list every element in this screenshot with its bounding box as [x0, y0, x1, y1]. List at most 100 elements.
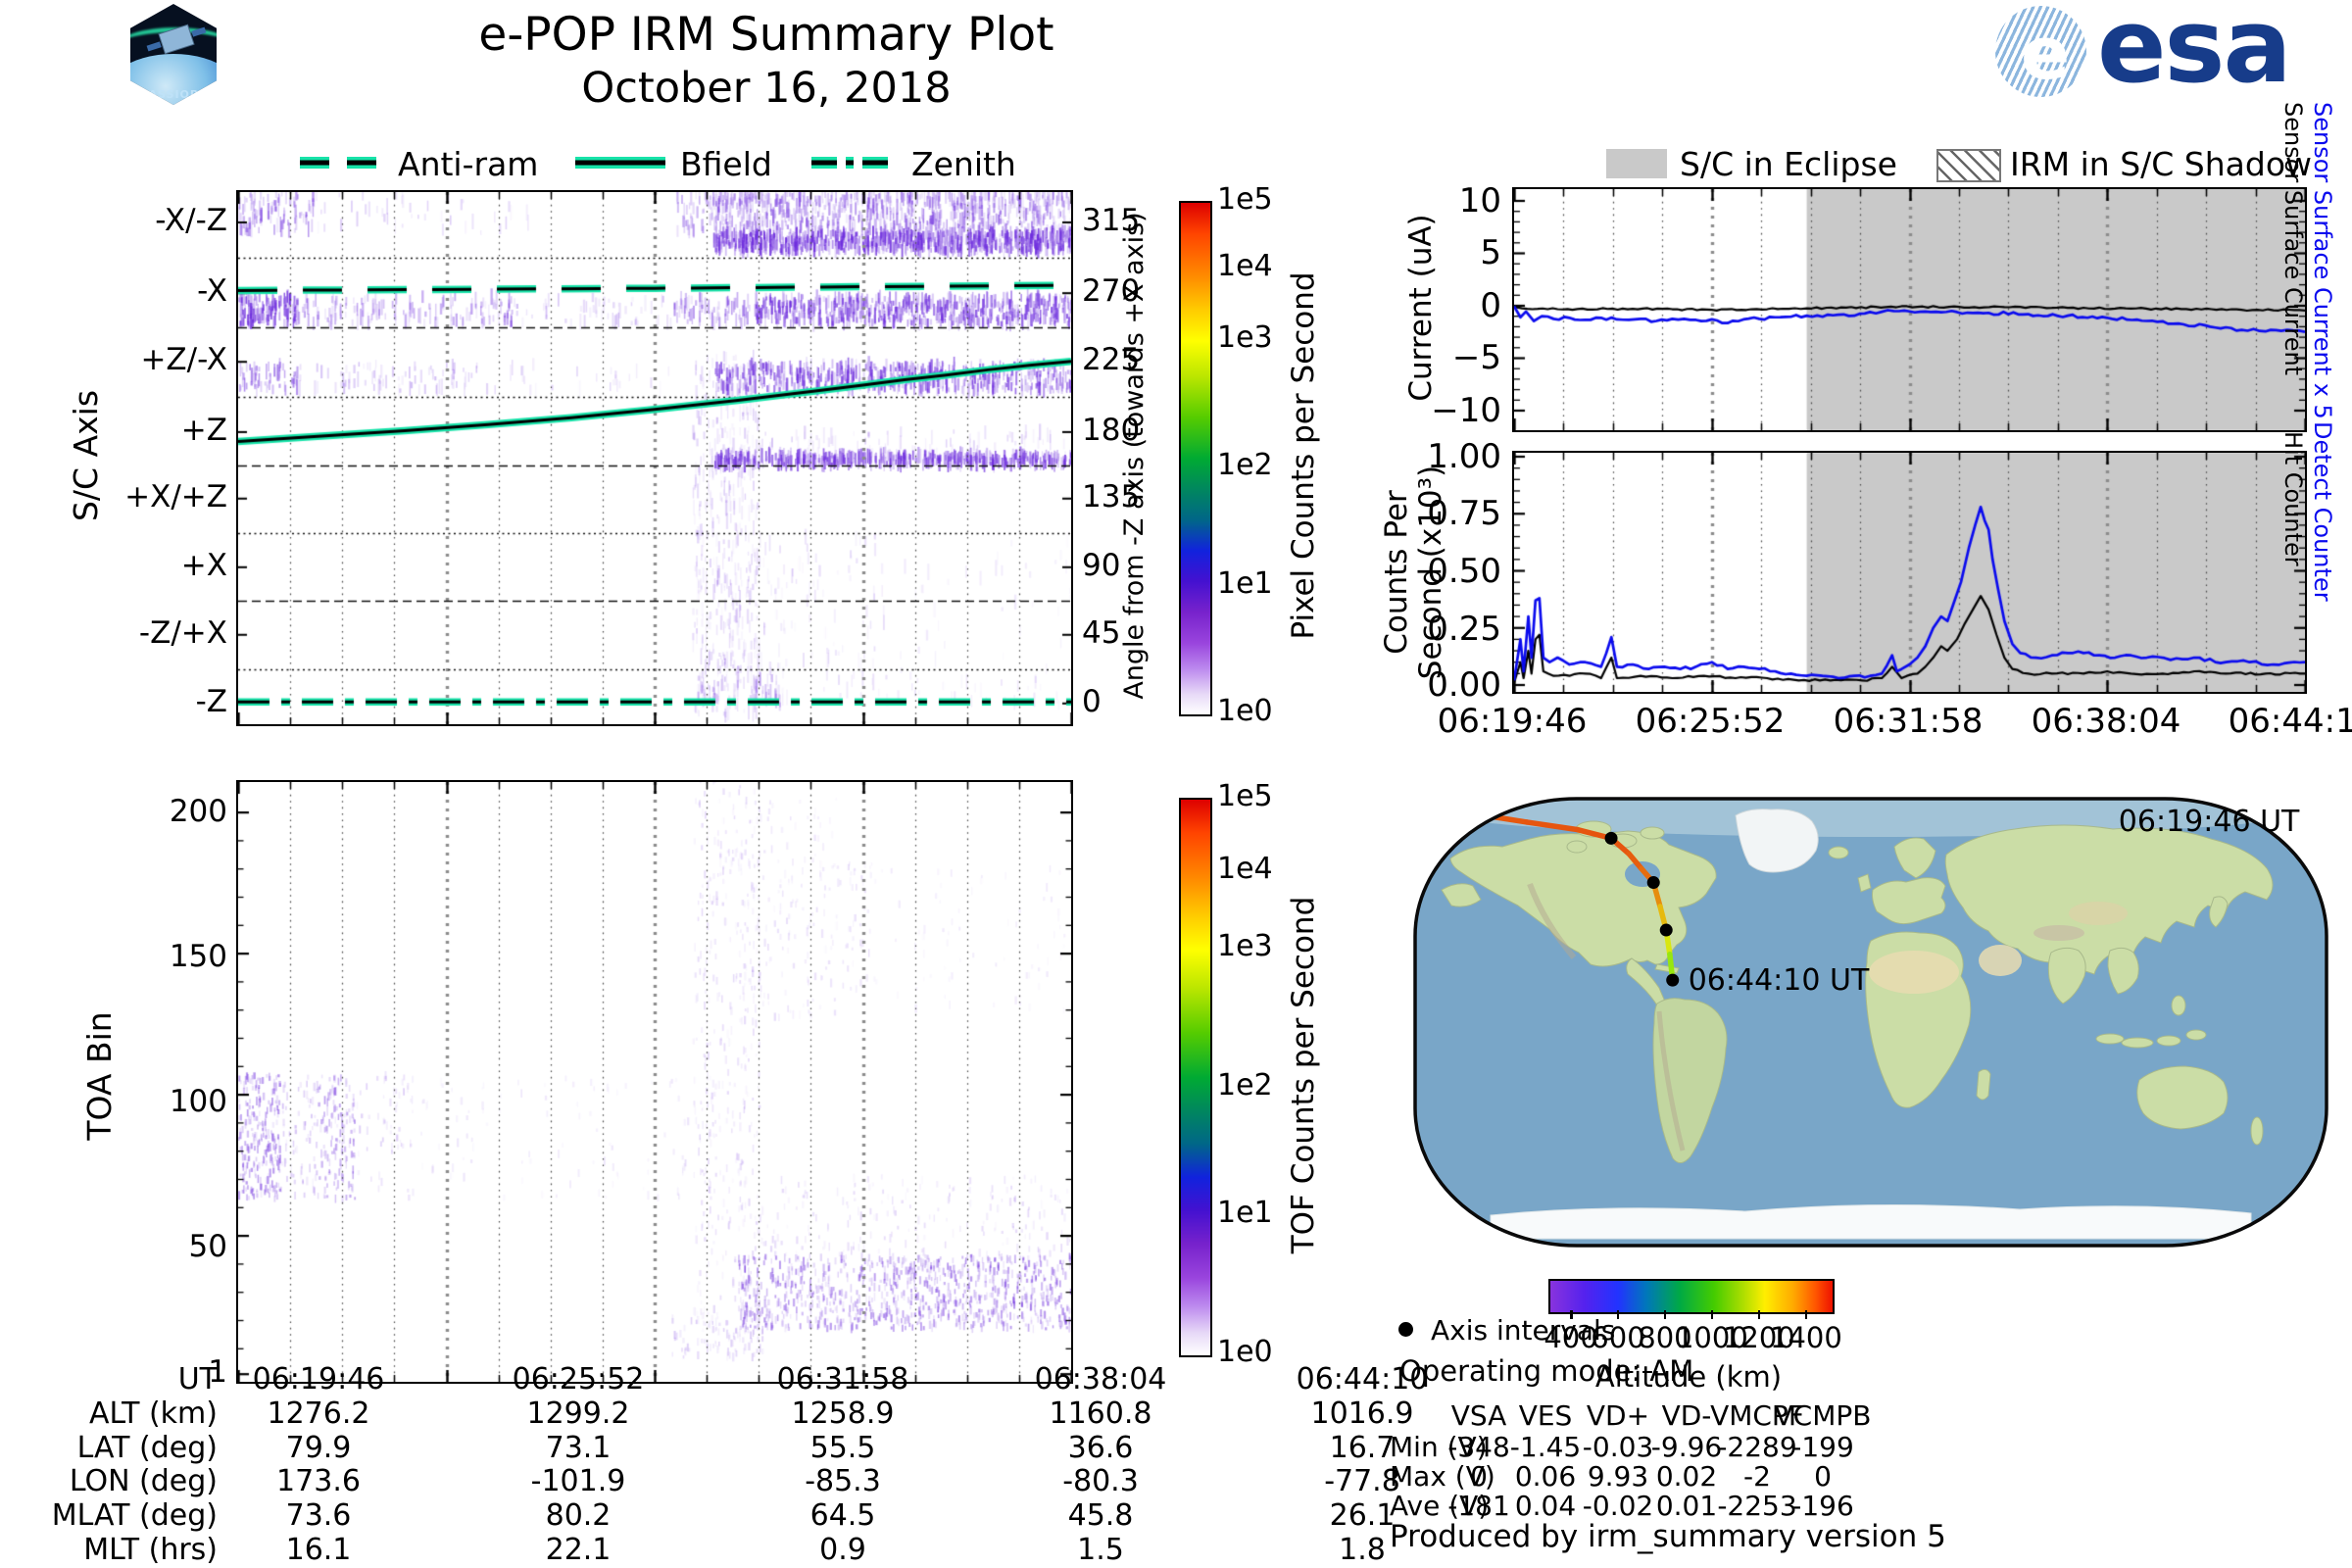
pixel-counts-tick: 1e1 — [1217, 565, 1273, 601]
pixel-counts-tick: 1e2 — [1217, 448, 1273, 483]
ephemeris-row-label: MLAT (deg) — [51, 1498, 218, 1534]
ephemeris-cell: 1160.8 — [1049, 1396, 1152, 1431]
shadow-legend-swatch — [1936, 149, 2001, 182]
altitude-colorbar — [1548, 1279, 1835, 1314]
toa-spectrogram-panel — [236, 780, 1073, 1384]
zenith-legend-label: Zenith — [911, 145, 1016, 183]
voltage-cell: 0.02 — [1655, 1460, 1718, 1493]
voltage-header: VD+ — [1586, 1399, 1650, 1432]
hit-counter-label: Hit Counter — [2279, 431, 2307, 566]
voltage-cell: -9.96 — [1650, 1431, 1723, 1463]
voltage-cell: -0.03 — [1582, 1431, 1654, 1463]
ephemeris-cell: 26.1 — [1329, 1498, 1396, 1534]
altitude-tick-mark — [1616, 1310, 1620, 1319]
ground-track-map: 06:19:46 UT 06:44:10 UT — [1413, 797, 2328, 1248]
sc-axis-row-label: +X/+Z — [124, 479, 227, 514]
esa-wordmark: esa — [2097, 0, 2292, 106]
angle-axis-label: Angle from -Z axis (towards +X axis) — [1119, 212, 1150, 700]
voltage-cell: -2289 — [1717, 1431, 1797, 1463]
pixel-counts-tick: 1e3 — [1217, 319, 1273, 355]
footer-produced-by: Produced by irm_summary version 5 — [1390, 1519, 1946, 1554]
altitude-tick-mark — [1663, 1310, 1667, 1319]
sc-axis-spectrogram-canvas — [238, 192, 1071, 724]
pixel-counts-tick: 1e4 — [1217, 248, 1273, 283]
earth-limb — [130, 54, 217, 105]
pixel-counts-colorbar — [1179, 201, 1212, 716]
esa-globe-e: e — [2021, 12, 2071, 96]
bfield-legend-line — [575, 157, 665, 169]
counters-panel — [1512, 451, 2307, 694]
ephemeris-cell: 16.7 — [1329, 1430, 1396, 1465]
angle-tick-label: 0 — [1082, 684, 1102, 719]
time-axis-label: 06:38:04 — [2031, 702, 2181, 741]
time-axis-label: 06:19:46 — [1437, 702, 1588, 741]
current-ytick: −5 — [1451, 338, 1501, 377]
ephemeris-cell: 73.6 — [285, 1498, 352, 1534]
ephemeris-cell: 1299.2 — [526, 1396, 630, 1431]
voltage-cell: -181 — [1447, 1490, 1510, 1522]
ephemeris-cell: 0.9 — [819, 1533, 866, 1567]
map-greenland — [1735, 808, 1819, 873]
time-axis-label: 06:25:52 — [1635, 702, 1786, 741]
voltage-header: VD- — [1661, 1399, 1712, 1432]
sensor-current-canvas — [1514, 189, 2305, 430]
altitude-tick-label: 1400 — [1770, 1321, 1842, 1354]
orbit-track-segment — [1415, 807, 1466, 815]
esa-logo: e esa — [1995, 0, 2309, 106]
angle-tick-label: 225 — [1082, 342, 1141, 377]
ephemeris-cell: 06:19:46 — [252, 1362, 385, 1396]
ephemeris-cell: -85.3 — [805, 1464, 881, 1499]
toa-spectrogram-canvas — [238, 782, 1071, 1382]
voltage-cell: -199 — [1791, 1431, 1854, 1463]
ephemeris-row-label: UT — [177, 1362, 218, 1396]
ephemeris-cell: 1.5 — [1077, 1533, 1124, 1567]
ephemeris-cell: -101.9 — [530, 1464, 626, 1499]
altitude-tick-mark — [1710, 1310, 1714, 1319]
toa-tick-label: 150 — [169, 939, 227, 974]
sc-axis-spectrogram-panel — [236, 190, 1073, 726]
axis-interval-dot — [1666, 973, 1680, 987]
tof-counts-colorbar — [1179, 798, 1212, 1357]
ephemeris-cell: 45.8 — [1067, 1498, 1134, 1534]
tof-counts-tick: 1e5 — [1217, 779, 1273, 813]
angle-tick-label: 135 — [1082, 479, 1141, 514]
time-axis-label: 06:44:10 — [2228, 702, 2352, 741]
axis-interval-dot — [1646, 876, 1660, 890]
ephemeris-row-label: LON (deg) — [69, 1464, 218, 1499]
sc-axis-row-label: -X/-Z — [155, 203, 227, 238]
sensor-current-panel — [1512, 187, 2307, 432]
anti-ram-legend-line — [300, 157, 376, 169]
sc-axis-row-label: -Z/+X — [138, 615, 227, 651]
voltage-header: VSA — [1450, 1399, 1507, 1432]
angle-tick-label: 315 — [1082, 203, 1141, 238]
voltage-cell: -196 — [1791, 1490, 1854, 1522]
map-content — [1415, 799, 2327, 1246]
axis-intervals-dot-icon — [1398, 1322, 1413, 1337]
angle-tick-label: 180 — [1082, 413, 1141, 448]
detect-counter-label: Detect Counter — [2309, 421, 2336, 602]
altitude-tick-mark — [1804, 1310, 1808, 1319]
ephemeris-cell: 73.1 — [545, 1430, 612, 1465]
ephemeris-cell: 1276.2 — [267, 1396, 370, 1431]
voltage-header: VCMPB — [1774, 1399, 1872, 1432]
counts-ytick: 0.75 — [1427, 494, 1501, 533]
voltage-cell: -0.02 — [1582, 1490, 1654, 1522]
bfield-legend-label: Bfield — [680, 145, 772, 183]
altitude-tick-mark — [1570, 1310, 1573, 1319]
tof-counts-colorbar-label: TOF Counts per Second — [1286, 896, 1321, 1254]
sc-axis-row-label: -Z — [195, 684, 227, 719]
track-end-time-label: 06:44:10 UT — [1689, 963, 1870, 998]
shadow-legend-label: IRM in S/C Shadow — [2010, 145, 2313, 183]
ephemeris-cell: 1258.9 — [791, 1396, 895, 1431]
ephemeris-cell: 16.1 — [285, 1533, 352, 1567]
voltage-cell: -2 — [1743, 1460, 1771, 1493]
pixel-counts-tick: 1e5 — [1217, 182, 1273, 217]
sc-axis-row-label: +X — [180, 548, 227, 583]
pixel-counts-colorbar-label: Pixel Counts per Second — [1286, 271, 1321, 640]
tof-counts-tick: 1e3 — [1217, 929, 1273, 964]
voltage-cell: 0.06 — [1514, 1460, 1577, 1493]
map-australia — [2136, 1065, 2229, 1130]
page-date: October 16, 2018 — [581, 64, 952, 113]
tof-counts-tick: 1e1 — [1217, 1196, 1273, 1231]
ephemeris-cell: 36.6 — [1067, 1430, 1134, 1465]
